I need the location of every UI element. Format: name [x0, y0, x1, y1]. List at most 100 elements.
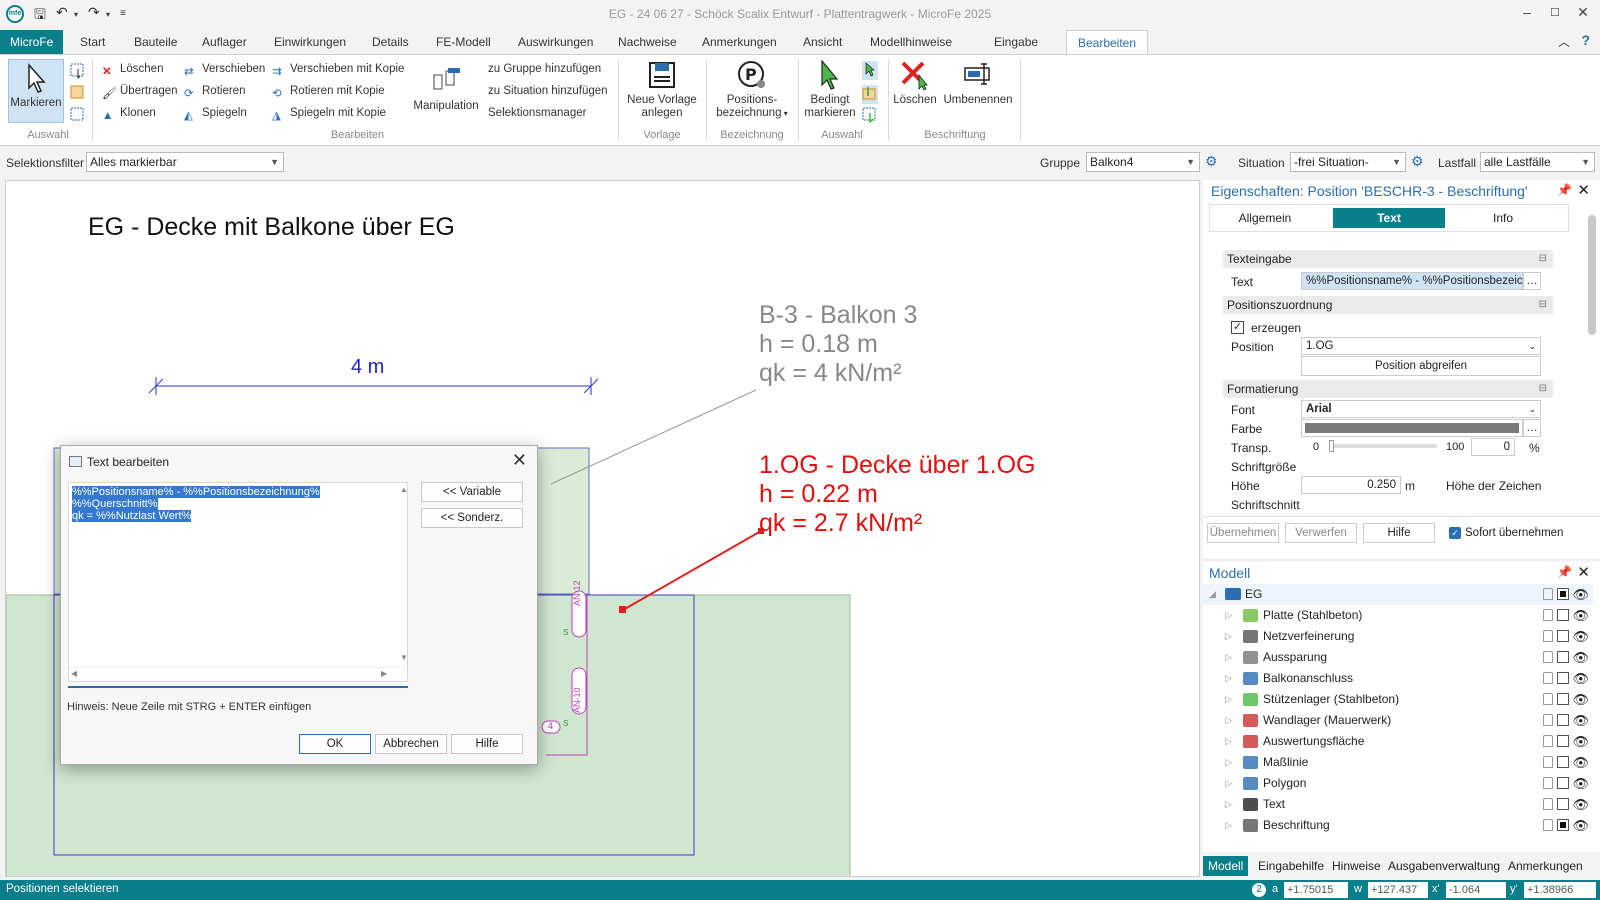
- notification-badge[interactable]: 2: [1252, 883, 1266, 897]
- variable-button[interactable]: << Variable: [421, 482, 523, 502]
- lock-icon[interactable]: [1543, 735, 1553, 747]
- font-select[interactable]: Arial ⌄: [1301, 400, 1541, 418]
- visibility-checkbox[interactable]: [1557, 693, 1569, 705]
- eye-icon[interactable]: 👁: [1572, 626, 1589, 647]
- label-balkon-3[interactable]: B-3 - Balkon 3 h = 0.18 m qk = 4 kN/m²: [759, 301, 917, 388]
- expand-icon[interactable]: ▷: [1225, 689, 1232, 710]
- scroll-down-icon[interactable]: ▼: [400, 653, 408, 662]
- tab-allgemein[interactable]: Allgemein: [1215, 208, 1315, 228]
- verschieben-button[interactable]: ⇄ Verschieben: [184, 63, 265, 78]
- properties-scrollbar[interactable]: [1588, 215, 1596, 335]
- model-tree-item[interactable]: ▷ Auswertungsfläche 👁: [1203, 731, 1593, 752]
- lock-icon[interactable]: [1543, 588, 1553, 600]
- model-tree-item[interactable]: ▷ Polygon 👁: [1203, 773, 1593, 794]
- visibility-checkbox[interactable]: [1557, 651, 1569, 663]
- visibility-checkbox[interactable]: [1557, 672, 1569, 684]
- eye-icon[interactable]: 👁: [1572, 752, 1589, 773]
- maximize-button[interactable]: ☐: [1540, 6, 1570, 19]
- close-panel-icon[interactable]: ✕: [1577, 563, 1590, 581]
- visibility-checkbox[interactable]: [1557, 714, 1569, 726]
- text-field[interactable]: %%Positionsname% - %%Positionsbezeich: [1301, 272, 1523, 290]
- lock-icon[interactable]: [1543, 672, 1553, 684]
- eye-icon[interactable]: 👁: [1572, 689, 1589, 710]
- model-tree-item[interactable]: ▷ Platte (Stahlbeton) 👁: [1203, 605, 1593, 626]
- positionsbezeichnung-button[interactable]: P Positions- bezeichnung ▾: [710, 59, 794, 120]
- model-tree-item[interactable]: ▷ Text 👁: [1203, 794, 1593, 815]
- close-window-button[interactable]: ✕: [1568, 4, 1598, 21]
- properties-hilfe-button[interactable]: Hilfe: [1363, 523, 1435, 543]
- lock-icon[interactable]: [1543, 714, 1553, 726]
- lock-icon[interactable]: [1543, 609, 1553, 621]
- situation-settings-icon[interactable]: ⚙: [1411, 153, 1424, 170]
- expand-icon[interactable]: ▷: [1225, 710, 1232, 731]
- collapse-ribbon-icon[interactable]: ︿: [1558, 33, 1570, 50]
- klonen-button[interactable]: ▲ Klonen: [102, 107, 156, 124]
- erzeugen-checkbox[interactable]: ✓: [1231, 321, 1244, 334]
- tab-start[interactable]: Start: [74, 30, 111, 54]
- tab-text[interactable]: Text: [1333, 208, 1445, 228]
- leader-grip-red[interactable]: [619, 606, 626, 613]
- select-polygon-icon[interactable]: [70, 107, 86, 126]
- bottom-tab-modell[interactable]: Modell: [1203, 856, 1249, 876]
- expand-icon[interactable]: ▷: [1225, 647, 1232, 668]
- select-crossing-icon[interactable]: [70, 85, 86, 104]
- lock-icon[interactable]: [1543, 693, 1553, 705]
- zu-situation-button[interactable]: zu Situation hinzufügen: [488, 85, 608, 97]
- lock-icon[interactable]: [1543, 777, 1553, 789]
- help-icon[interactable]: ?: [1581, 32, 1590, 48]
- minimize-button[interactable]: –: [1512, 4, 1542, 20]
- expand-icon[interactable]: ▷: [1225, 752, 1232, 773]
- bottom-tab-eingabehilfe[interactable]: Eingabehilfe: [1253, 856, 1329, 876]
- manipulation-button[interactable]: Manipulation: [410, 65, 482, 113]
- model-tree-item[interactable]: ▷ Netzverfeinerung 👁: [1203, 626, 1593, 647]
- rotieren-kopie-button[interactable]: ⟲ Rotieren mit Kopie: [272, 85, 385, 100]
- model-tree-item[interactable]: ▷ Balkonanschluss 👁: [1203, 668, 1593, 689]
- vertical-scrollbar[interactable]: ▲ ▼: [399, 483, 409, 663]
- tab-bearbeiten[interactable]: Bearbeiten: [1066, 30, 1148, 54]
- lock-icon[interactable]: [1543, 756, 1553, 768]
- tab-ansicht[interactable]: Ansicht: [797, 30, 848, 54]
- tab-anmerkungen[interactable]: Anmerkungen: [696, 30, 783, 54]
- bottom-tab-hinweise[interactable]: Hinweise: [1327, 856, 1386, 876]
- ok-button[interactable]: OK: [299, 734, 371, 754]
- scroll-up-icon[interactable]: ▲: [400, 485, 408, 494]
- text-edit-area[interactable]: %%Positionsname% - %%Positionsbezeichnun…: [68, 482, 409, 682]
- selektionsmanager-button[interactable]: Selektionsmanager: [488, 107, 586, 119]
- tab-bauteile[interactable]: Bauteile: [128, 30, 183, 54]
- tab-details[interactable]: Details: [366, 30, 415, 54]
- collapse-icon[interactable]: ⊟: [1539, 250, 1547, 268]
- markieren-button[interactable]: Markieren: [8, 59, 64, 123]
- eye-icon[interactable]: 👁: [1572, 731, 1589, 752]
- lock-icon[interactable]: [1543, 630, 1553, 642]
- expand-icon[interactable]: ▷: [1225, 731, 1232, 752]
- abbrechen-button[interactable]: Abbrechen: [375, 734, 447, 754]
- close-panel-icon[interactable]: ✕: [1577, 181, 1590, 199]
- umbenennen-button[interactable]: Umbenennen: [942, 59, 1014, 107]
- section-texteingabe[interactable]: Texteingabe ⊟: [1223, 250, 1553, 268]
- model-tree-item[interactable]: ▷ Beschriftung 👁: [1203, 815, 1593, 836]
- spiegeln-button[interactable]: ◭ Spiegeln: [184, 107, 247, 122]
- pin-icon[interactable]: 📌: [1557, 183, 1572, 197]
- visibility-checkbox[interactable]: [1557, 735, 1569, 747]
- uebertragen-button[interactable]: 🖌 Übertragen: [102, 85, 178, 100]
- tab-nachweise[interactable]: Nachweise: [612, 30, 683, 54]
- text-line-3[interactable]: qk = %%Nutzlast Wert%: [72, 510, 192, 522]
- bedingt-markieren-button[interactable]: Bedingt markieren: [800, 59, 860, 120]
- section-positionszuordnung[interactable]: Positionszuordnung ⊟: [1223, 296, 1553, 314]
- bottom-tab-ausgabenverwaltung[interactable]: Ausgabenverwaltung: [1383, 856, 1505, 876]
- horizontal-scrollbar[interactable]: ◀ ▶: [69, 667, 409, 681]
- neue-vorlage-button[interactable]: Neue Vorlage anlegen: [622, 59, 702, 120]
- text-line-2[interactable]: %%Querschnitt%: [72, 498, 158, 510]
- expand-icon[interactable]: ▷: [1225, 626, 1232, 647]
- visibility-checkbox[interactable]: [1557, 819, 1569, 831]
- scroll-right-icon[interactable]: ▶: [381, 669, 387, 678]
- collapse-tree-icon[interactable]: ◢: [1209, 584, 1216, 605]
- loeschen-button[interactable]: ✕ Löschen: [102, 63, 163, 78]
- verwerfen-button[interactable]: Verwerfen: [1285, 523, 1357, 543]
- pin-icon[interactable]: 📌: [1557, 565, 1572, 579]
- model-tree-item[interactable]: ▷ Maßlinie 👁: [1203, 752, 1593, 773]
- eye-icon[interactable]: 👁: [1572, 794, 1589, 815]
- drawing-heading[interactable]: EG - Decke mit Balkone über EG: [88, 213, 455, 242]
- leader-line-gray[interactable]: [550, 389, 757, 485]
- transp-slider[interactable]: [1329, 440, 1437, 452]
